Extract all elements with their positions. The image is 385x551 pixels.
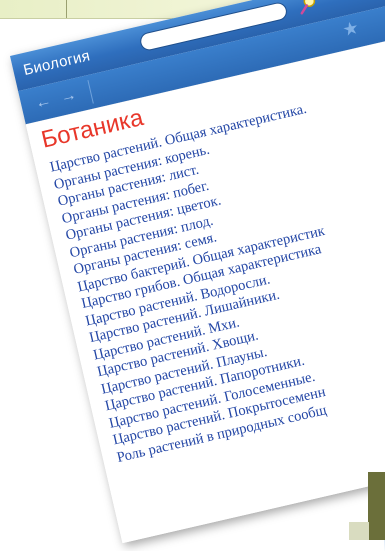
forward-arrow-icon[interactable]: → [57, 85, 81, 109]
frame-corner [349, 522, 369, 540]
toolbar-divider [87, 79, 94, 104]
content-area: Ботаника Царство растений. Общая характе… [25, 34, 385, 544]
topic-list: Царство растений. Общая характеристика. … [48, 101, 375, 467]
strip-divider [66, 0, 67, 18]
back-arrow-icon[interactable]: ← [31, 91, 55, 115]
star-icon[interactable]: ★ [341, 17, 361, 41]
biology-app-window: Биология ← → ★ Ботаника Царство растений… [10, 0, 385, 544]
app-title: Биология [21, 47, 92, 80]
search-icon[interactable] [294, 0, 320, 18]
frame-edge [368, 472, 385, 540]
